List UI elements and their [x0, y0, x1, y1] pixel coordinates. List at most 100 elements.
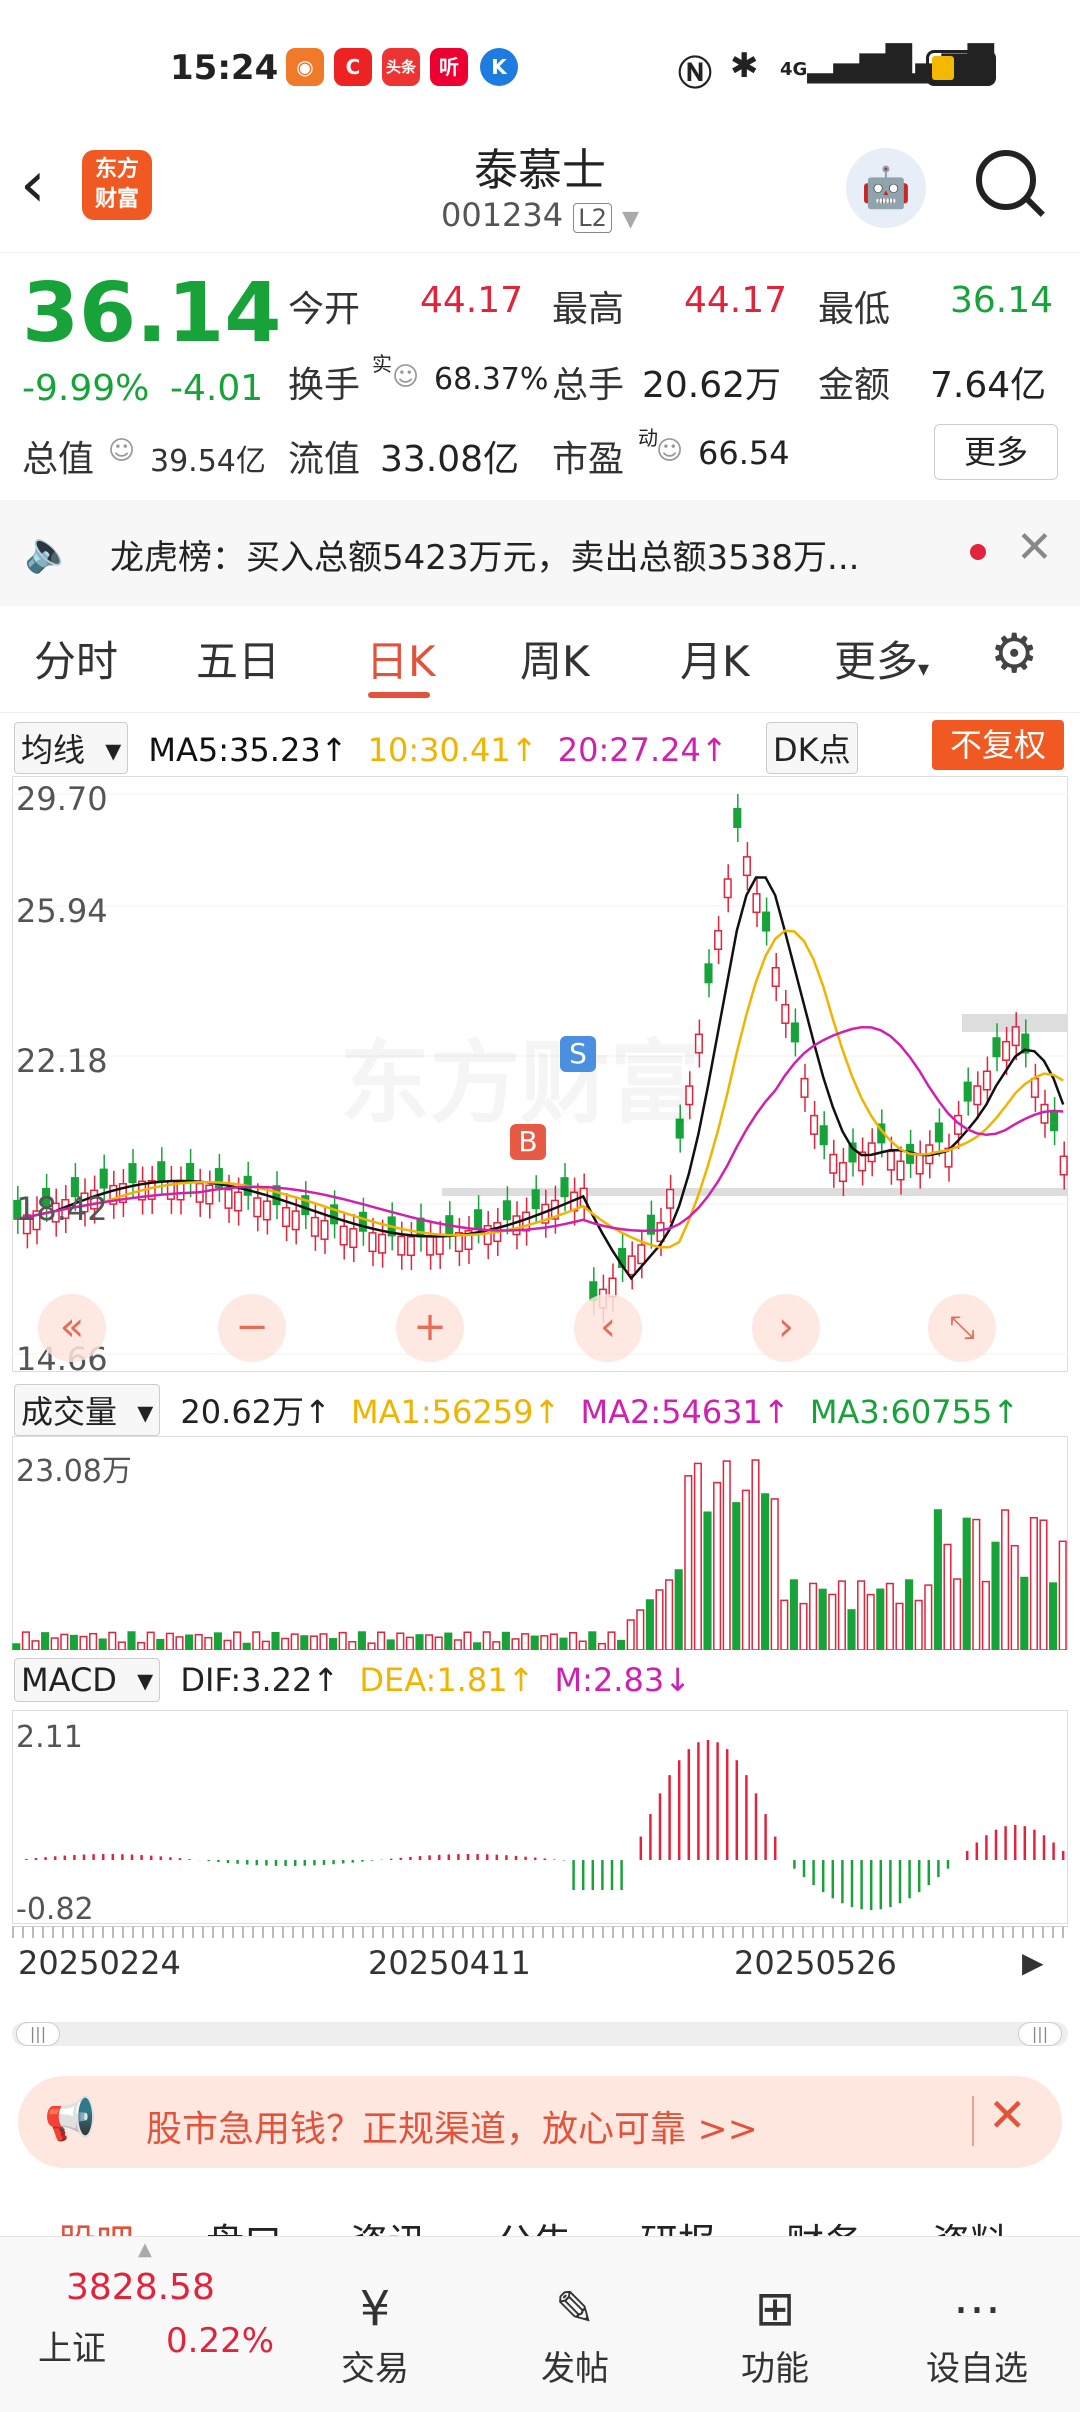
next-icon[interactable]: › — [752, 1294, 820, 1362]
expand-arrow-icon[interactable]: ▲ — [138, 2239, 152, 2260]
change-pct: -9.99% — [22, 368, 150, 409]
speaker-icon: 🔈 — [24, 529, 74, 575]
ma20-value: 20:27.24↑ — [557, 731, 728, 769]
tab-more[interactable]: 更多▾ — [834, 628, 929, 689]
c-app-icon: C — [334, 48, 372, 86]
detail-tabs-partial: 股吧 盘口 资讯 公告 研报 财务 资料 — [0, 2212, 1080, 2236]
tab-zixun[interactable]: 资讯 — [350, 2212, 426, 2236]
ma5-value: MA5:35.23↑ — [148, 731, 348, 769]
status-bar: 15:24 ◉ C 头条 听 K Ⓝ ✱ 4G▂▄▆█ 5G▂▄▆█ — [0, 0, 1080, 140]
vol-ma1: MA1:56259↑ — [351, 1393, 561, 1431]
ting-icon: 听 — [430, 48, 468, 86]
y-label-3: 22.18 — [16, 1042, 108, 1080]
macd-svg — [25, 1740, 1065, 1910]
trade-button[interactable]: ¥ 交易 — [300, 2277, 450, 2390]
range-left-handle[interactable]: ||| — [16, 2022, 60, 2046]
range-right-handle[interactable]: ||| — [1018, 2022, 1062, 2046]
settings-gear-icon[interactable]: ⚙ — [990, 622, 1038, 685]
float-value: 33.08亿 — [380, 439, 520, 480]
robot-assistant-icon[interactable]: 🤖 — [846, 148, 926, 228]
dk-point-selector[interactable]: DK点 — [766, 722, 858, 774]
play-icon[interactable]: ▶ — [1022, 1946, 1044, 1979]
turnover-value: 68.37% — [434, 362, 549, 397]
ad-close-icon[interactable]: ✕ — [988, 2088, 1027, 2142]
macd-m: M:2.83↓ — [554, 1661, 691, 1699]
date-label-3: 20250526 — [734, 1944, 897, 1982]
level-badge: L2 — [573, 203, 612, 233]
turnover-sup: 实 — [372, 352, 392, 376]
y-label-1: 29.70 — [16, 780, 108, 818]
tab-yanbao[interactable]: 研报 — [640, 2212, 716, 2236]
k-app-icon: K — [480, 48, 518, 86]
macd-dif: DIF:3.22↑ — [180, 1661, 340, 1699]
post-button[interactable]: ✎ 发帖 — [500, 2277, 650, 2390]
volume-selector[interactable]: 成交量 ▾ — [14, 1384, 161, 1436]
volume-value: 20.62万↑ — [180, 1393, 331, 1431]
macd-legend: MACD ▾ DIF:3.22↑ DEA:1.81↑ M:2.83↓ — [14, 1658, 701, 1702]
date-tick-strip — [12, 1926, 1068, 1938]
tab-fenshi[interactable]: 分时 — [34, 628, 118, 689]
open-value: 44.17 — [420, 280, 524, 321]
tab-pankou[interactable]: 盘口 — [206, 2212, 282, 2236]
tab-yuek[interactable]: 月K — [680, 628, 750, 689]
bottom-bar: ▲ 3828.58 上证 0.22% ¥ 交易 ✎ 发帖 ⊞ 功能 ⋯ 设自选 — [0, 2236, 1080, 2412]
volume-value: 20.62万 — [642, 365, 782, 406]
battery-icon — [926, 50, 996, 86]
tab-ziliao[interactable]: 资料 — [932, 2212, 1008, 2236]
index-value[interactable]: 3828.58 — [66, 2267, 215, 2308]
high-label: 最高 — [552, 289, 625, 330]
range-slider[interactable]: ||| ||| — [12, 2022, 1068, 2046]
tab-caiwu[interactable]: 财务 — [786, 2212, 862, 2236]
prev-icon[interactable]: ‹ — [574, 1294, 642, 1362]
fullscreen-icon[interactable]: ⤡ — [928, 1294, 996, 1362]
nfc-icon: Ⓝ — [678, 54, 712, 94]
tab-zhouk[interactable]: 周K — [520, 628, 590, 689]
info-icon[interactable]: ☺ — [108, 436, 135, 466]
no-adjust-button[interactable]: 不复权 — [932, 720, 1064, 770]
ma-legend: 均线 ▾ MA5:35.23↑ 10:30.41↑ 20:27.24↑ — [14, 722, 738, 774]
ad-banner[interactable]: 📢 股市急用钱？正规渠道，放心可靠 >> ✕ — [18, 2076, 1062, 2168]
tab-rik[interactable]: 日K — [366, 628, 436, 689]
volume-ymax: 23.08万 — [16, 1454, 132, 1489]
more-button[interactable]: 更多 — [934, 424, 1058, 480]
zoom-out-icon[interactable]: − — [218, 1294, 286, 1362]
buy-marker[interactable]: B — [510, 1124, 546, 1160]
high-value: 44.17 — [684, 280, 788, 321]
function-button[interactable]: ⊞ 功能 — [700, 2277, 850, 2390]
more-dots-icon: ⋯ — [953, 2281, 1001, 2337]
watermark: 东方财富 — [340, 1010, 700, 1140]
info-icon[interactable]: ☺ — [392, 362, 419, 392]
tab-guba[interactable]: 股吧 — [58, 2212, 134, 2236]
ma-selector[interactable]: 均线 ▾ — [14, 722, 129, 774]
float-value-label: 流值 — [288, 439, 361, 480]
stock-code: 001234 — [440, 196, 564, 234]
pe-value: 66.54 — [698, 434, 790, 472]
sell-marker[interactable]: S — [560, 1036, 596, 1072]
add-watchlist-button[interactable]: ⋯ 设自选 — [902, 2277, 1052, 2390]
low-label: 最低 — [818, 289, 891, 330]
zoom-in-icon[interactable]: + — [396, 1294, 464, 1362]
trade-icon: ¥ — [359, 2281, 391, 2337]
close-icon[interactable]: ✕ — [1016, 522, 1053, 573]
ma10-value: 10:30.41↑ — [367, 731, 538, 769]
jump-start-icon[interactable]: « — [38, 1294, 106, 1362]
amount-label: 金额 — [818, 365, 891, 406]
info-icon[interactable]: ☺ — [656, 436, 683, 466]
y-label-2: 25.94 — [16, 892, 108, 930]
current-price: 36.14 — [22, 266, 282, 361]
total-value-label: 总值 — [22, 439, 95, 480]
macd-dea: DEA:1.81↑ — [359, 1661, 535, 1699]
turnover-label: 换手 — [288, 365, 361, 406]
pe-label: 市盈 — [552, 439, 625, 480]
status-time: 15:24 — [170, 48, 279, 88]
grid-icon: ⊞ — [754, 2281, 796, 2337]
change-value: -4.01 — [170, 368, 264, 409]
news-bar[interactable]: 🔈 龙虎榜：买入总额5423万元，卖出总额3538万... ✕ — [0, 500, 1080, 606]
macd-ymax: 2.11 — [16, 1720, 83, 1755]
macd-selector[interactable]: MACD ▾ — [14, 1658, 161, 1702]
tab-gonggao[interactable]: 公告 — [496, 2212, 572, 2236]
total-value: 39.54亿 — [150, 444, 266, 479]
tab-wuri[interactable]: 五日 — [196, 628, 280, 689]
volume-svg — [12, 1459, 1067, 1650]
active-tab-indicator — [368, 692, 430, 698]
